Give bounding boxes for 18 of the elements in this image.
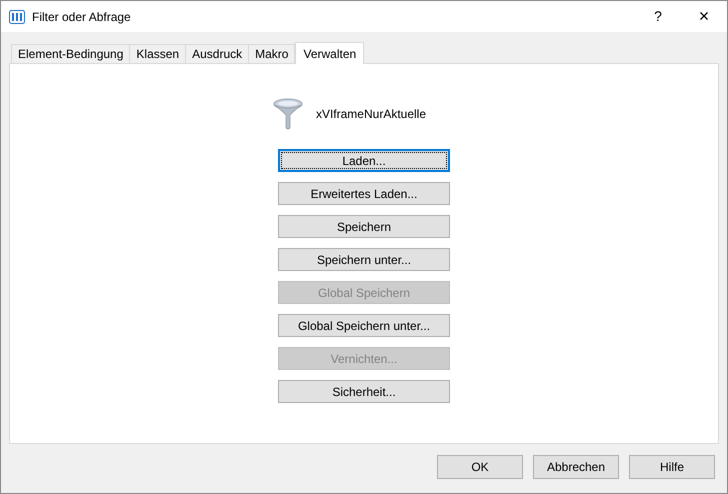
action-button[interactable]: Erweitertes Laden... — [278, 182, 450, 205]
tab[interactable]: Element-Bedingung — [11, 44, 130, 63]
app-icon — [9, 8, 25, 24]
action-button[interactable]: Laden... — [278, 149, 450, 172]
action-button[interactable]: Speichern — [278, 215, 450, 238]
query-name: xVIframeNurAktuelle — [316, 106, 426, 123]
action-button[interactable]: Global Speichern unter... — [278, 314, 450, 337]
dialog-button[interactable]: OK — [437, 455, 523, 479]
dialog-button[interactable]: Abbrechen — [533, 455, 619, 479]
dialog-button[interactable]: Hilfe — [629, 455, 715, 479]
action-button[interactable]: Sicherheit... — [278, 380, 450, 403]
window-title: Filter oder Abfrage — [32, 8, 131, 26]
help-button[interactable]: ? — [635, 1, 681, 32]
funnel-icon — [272, 97, 304, 131]
close-button[interactable]: × — [681, 1, 727, 32]
tab[interactable]: Verwalten — [295, 42, 364, 64]
action-button[interactable]: Speichern unter... — [278, 248, 450, 271]
tab[interactable]: Makro — [248, 44, 296, 63]
